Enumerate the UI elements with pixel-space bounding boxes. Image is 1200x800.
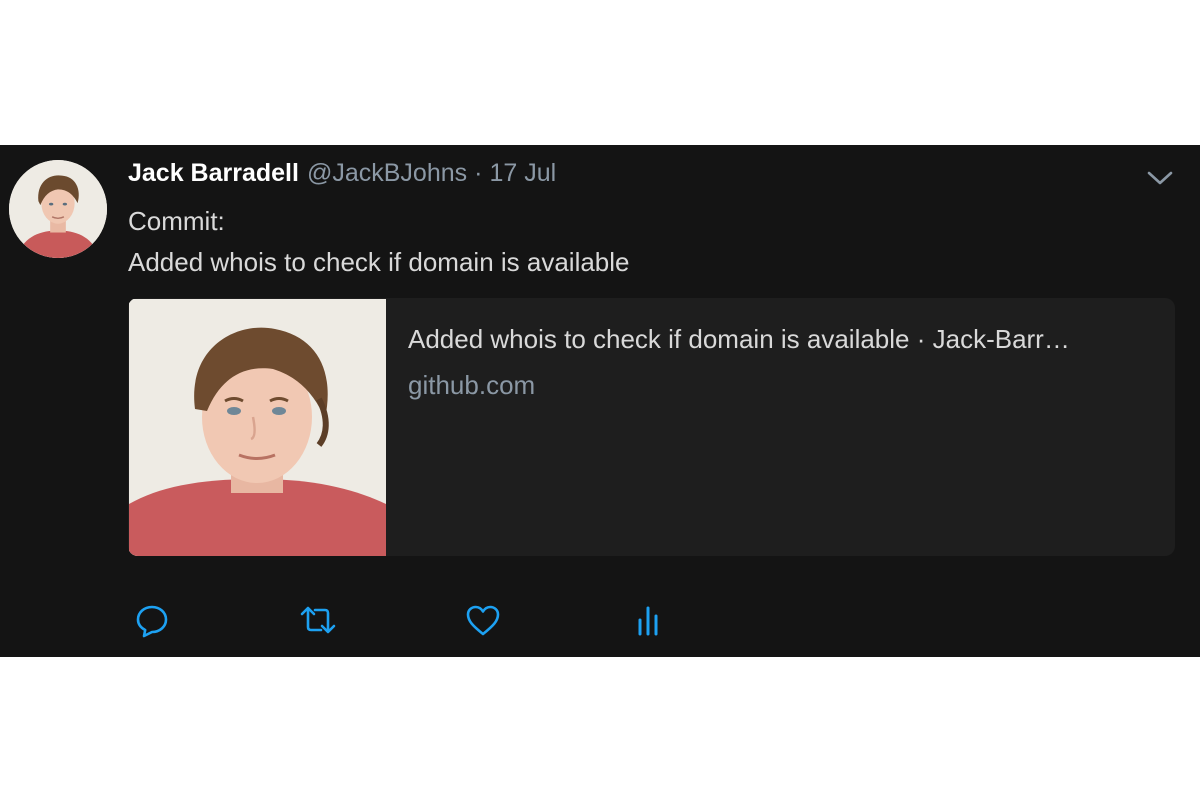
tweet-text-line: Commit: [128,206,225,236]
card-domain: github.com [408,370,536,400]
link-card[interactable]: Added whois to check if domain is availa… [128,298,1175,556]
analytics-icon[interactable] [628,600,668,640]
tweet-header: Jack Barradell @JackBJohns · 17 Jul [128,159,556,193]
user-handle[interactable]: @JackBJohns [307,159,467,188]
tweet[interactable]: Jack Barradell @JackBJohns · 17 Jul Comm… [0,145,1200,657]
display-name[interactable]: Jack Barradell [128,159,299,188]
retweet-icon[interactable] [298,600,338,640]
tweet-date[interactable]: 17 Jul [489,159,556,188]
card-photo [129,299,386,556]
separator-dot: · [474,159,483,187]
card-title[interactable]: Added whois to check if domain is availa… [408,324,1160,355]
avatar[interactable] [9,160,107,258]
chevron-down-icon[interactable] [1146,167,1174,187]
tweet-text: Commit: Added whois to check if domain i… [128,201,630,283]
card-image [129,299,386,556]
heart-icon[interactable] [463,600,503,640]
avatar-image [9,160,107,258]
tweet-text-line: Added whois to check if domain is availa… [128,247,630,277]
reply-icon[interactable] [132,600,172,640]
